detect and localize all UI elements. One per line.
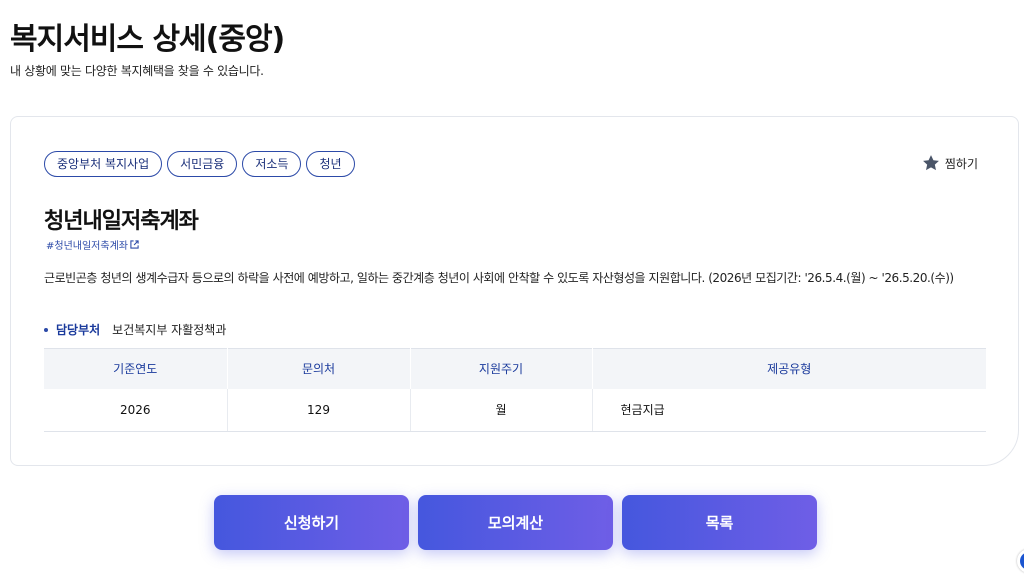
- table-row: 2026 129 월 현금지급: [44, 388, 986, 432]
- table-cell: 월: [410, 388, 593, 432]
- apply-button[interactable]: 신청하기: [214, 495, 409, 550]
- page-description: 내 상황에 맞는 다양한 복지혜택을 찾을 수 있습니다.: [10, 64, 264, 78]
- hashtag-link[interactable]: #청년내일저축계좌: [46, 237, 139, 252]
- tag[interactable]: 중앙부처 복지사업: [44, 151, 163, 177]
- tag-list: 중앙부처 복지사업 서민금융 저소득 청년: [44, 151, 355, 177]
- department-label: 담당부처: [56, 323, 101, 337]
- hashtag-label: #청년내일저축계좌: [46, 241, 128, 252]
- column-header: 지원주기: [410, 348, 593, 389]
- table-cell: 현금지급: [592, 388, 986, 432]
- service-detail-card: 중앙부처 복지사업 서민금융 저소득 청년 찜하기 청년내일저축계좌 #청년내일…: [10, 116, 1019, 466]
- department-row: 담당부처 보건복지부 자활정책과: [44, 321, 226, 338]
- table-cell: 129: [227, 388, 411, 432]
- service-title: 청년내일저축계좌: [44, 209, 199, 234]
- department-value: 보건복지부 자활정책과: [112, 323, 227, 337]
- star-icon: [922, 155, 939, 171]
- column-header: 기준연도: [44, 348, 228, 389]
- simulate-button[interactable]: 모의계산: [418, 495, 613, 550]
- column-header: 제공유형: [592, 348, 986, 389]
- page-title: 복지서비스 상세(중앙): [10, 22, 285, 57]
- tag[interactable]: 청년: [306, 151, 355, 177]
- column-header: 문의처: [227, 348, 411, 389]
- external-link-icon: [130, 240, 139, 249]
- list-button[interactable]: 목록: [622, 495, 817, 550]
- service-summary: 근로빈곤층 청년의 생계수급자 등으로의 하락을 사전에 예방하고, 일하는 중…: [44, 271, 954, 285]
- floating-button[interactable]: [1017, 549, 1024, 573]
- bullet-icon: [44, 327, 48, 332]
- service-info-table: 기준연도 문의처 지원주기 제공유형 2026 129 월 현금지급: [44, 348, 986, 432]
- tag[interactable]: 저소득: [242, 151, 302, 177]
- bookmark-label: 찜하기: [944, 156, 978, 171]
- tag[interactable]: 서민금융: [167, 151, 238, 177]
- action-buttons: 신청하기 모의계산 목록: [214, 495, 817, 550]
- table-header-row: 기준연도 문의처 지원주기 제공유형: [44, 348, 986, 389]
- bookmark-button[interactable]: 찜하기: [921, 153, 978, 173]
- table-cell: 2026: [44, 388, 228, 432]
